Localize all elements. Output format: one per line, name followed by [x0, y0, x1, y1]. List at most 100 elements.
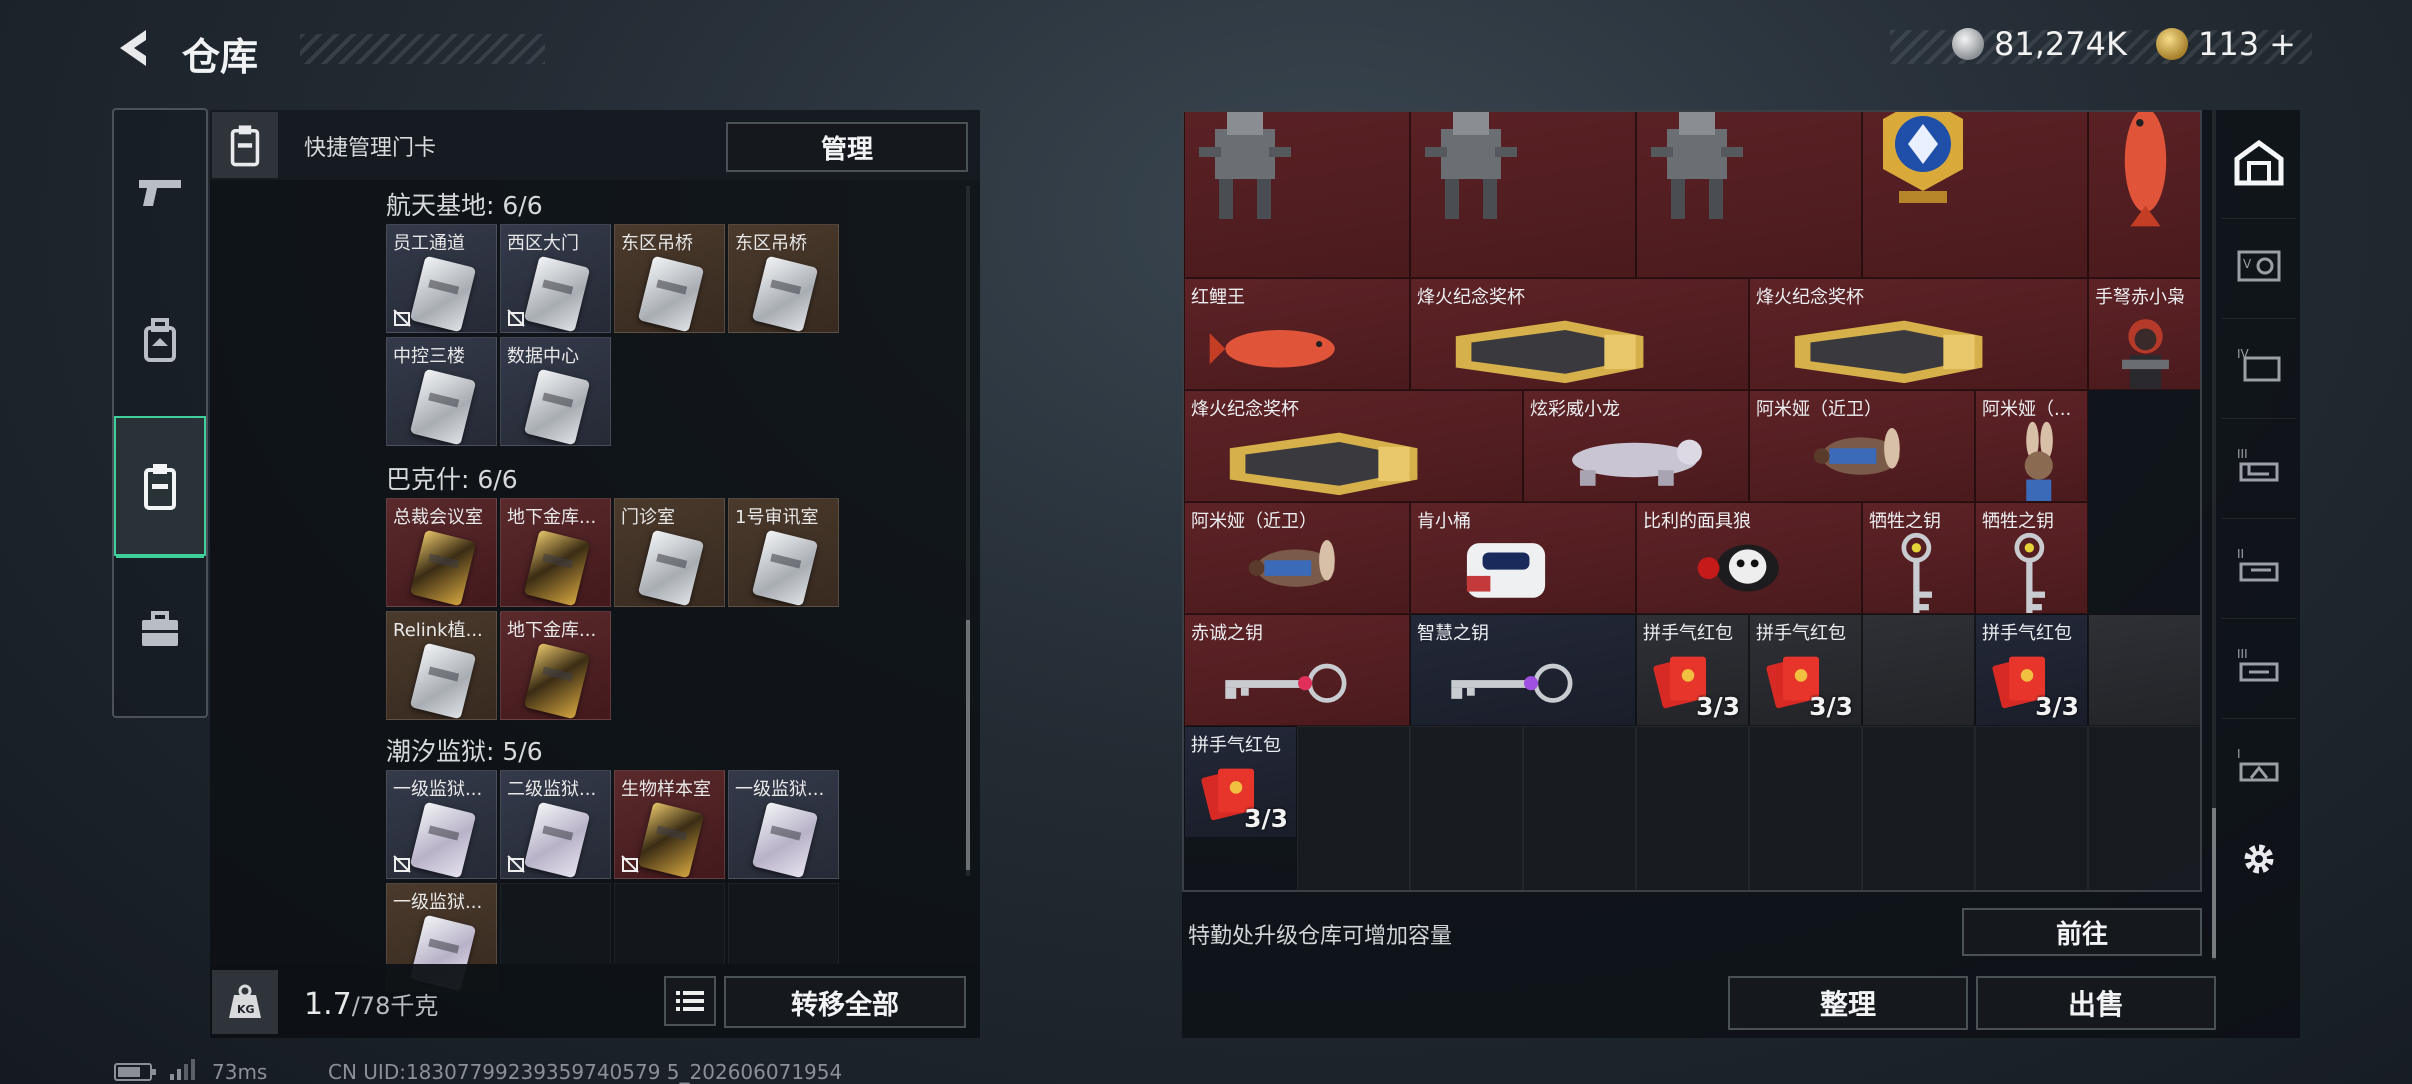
storage-item[interactable]: 红鲤王: [1184, 278, 1410, 390]
fish-item-icon: [1209, 330, 1335, 368]
storage-item[interactable]: 巨兽机甲模型: [1636, 112, 1862, 278]
storage-slot-empty[interactable]: [1636, 726, 1749, 890]
storage-tab-3b-icon: III: [2237, 647, 2279, 682]
amiya-item-icon: [1248, 539, 1335, 587]
mech-item-icon: [1425, 112, 1517, 219]
storage-item[interactable]: 牺牲之钥: [1862, 502, 1975, 614]
storage-tab-2-icon: II: [2237, 547, 2279, 582]
keycard-slot[interactable]: 一级监狱...: [728, 770, 839, 879]
sell-button[interactable]: 出售: [1976, 976, 2216, 1030]
storage-item[interactable]: 拼手气红包 3/3: [1975, 614, 2088, 726]
tab-storage-2[interactable]: II: [2222, 518, 2296, 609]
keycard-slot[interactable]: 地下金库...: [500, 498, 611, 607]
goto-button[interactable]: 前往: [1962, 908, 2202, 956]
keycard-slot[interactable]: 东区吊桥: [614, 224, 725, 333]
storage-item[interactable]: 烽火纪念奖杯: [1184, 390, 1523, 502]
nav-equipment[interactable]: [114, 270, 206, 410]
toy-item-icon: [1466, 543, 1546, 598]
backpack-icon: [144, 318, 176, 362]
storage-slot-empty[interactable]: [1523, 726, 1636, 890]
keycard-art: [523, 368, 591, 445]
keycard-name: Relink植...: [393, 620, 483, 641]
silver-currency: 81,274K: [1952, 22, 2127, 66]
storage-tab-3-icon: III: [2237, 447, 2279, 482]
keycard-slot[interactable]: 员工通道: [386, 224, 497, 333]
keycard-section-title: 航天基地: 6/6: [386, 191, 543, 220]
settings-button[interactable]: [2222, 814, 2296, 904]
storage-slot-empty[interactable]: [1410, 726, 1523, 890]
storage-slot-empty[interactable]: [1297, 726, 1410, 890]
storage-item[interactable]: 拼手气红包 3/3: [1636, 614, 1749, 726]
warehouse-icon: [2234, 139, 2284, 186]
nav-cases[interactable]: [114, 560, 206, 700]
keycard-slot[interactable]: 一级监狱...: [386, 770, 497, 879]
tab-warehouse[interactable]: [2222, 118, 2296, 208]
keycard-slot[interactable]: 1号审讯室: [728, 498, 839, 607]
keycard-header-icon-box: [212, 112, 278, 178]
storage-slot-empty[interactable]: [1749, 726, 1862, 890]
storage-item[interactable]: 阿米娅（...: [1975, 390, 2088, 502]
storage-item[interactable]: 拼手气红包 3/3: [1749, 614, 1862, 726]
keycard-art: [409, 642, 477, 719]
keycard-slot[interactable]: 门诊室: [614, 498, 725, 607]
svg-text:V: V: [2243, 257, 2252, 271]
tab-storage-3b[interactable]: III: [2222, 618, 2296, 709]
keycard-slot[interactable]: 中控三楼: [386, 337, 497, 446]
keycard-name: 中控三楼: [393, 346, 465, 367]
keycard-slot[interactable]: 总裁会议室: [386, 498, 497, 607]
tab-storage-1[interactable]: V: [2222, 218, 2296, 309]
back-arrow-icon[interactable]: [112, 26, 156, 70]
storage-item[interactable]: 烽火纪念奖杯: [1410, 278, 1749, 390]
storage-tab-nav: V IV III II III I: [2222, 118, 2296, 948]
storage-item[interactable]: 阿米娅（近卫）: [1184, 502, 1410, 614]
keycard-slot[interactable]: 西区大门: [500, 224, 611, 333]
storage-slot-empty[interactable]: [1862, 726, 1975, 890]
storage-item[interactable]: 肯小桶: [1410, 502, 1636, 614]
storage-item[interactable]: 暗天党勋章: [1862, 112, 2088, 278]
storage-item[interactable]: 炫彩威小龙: [1523, 390, 1749, 502]
storage-item[interactable]: 比利的面具狼: [1636, 502, 1862, 614]
gold-currency[interactable]: 113 +: [2156, 22, 2296, 66]
storage-item[interactable]: 阿米娅（近卫）: [1749, 390, 1975, 502]
storage-item[interactable]: 巨兽机甲模型: [1410, 112, 1636, 278]
list-icon: [676, 991, 704, 1011]
keycard-scrollbar-thumb[interactable]: [966, 620, 970, 870]
tab-storage-5[interactable]: I: [2222, 718, 2296, 809]
tab-storage-3[interactable]: III: [2222, 418, 2296, 509]
storage-item[interactable]: 巨兽机甲模型: [1184, 112, 1410, 278]
no-transfer-icon: [507, 855, 525, 873]
keycard-slot[interactable]: 数据中心: [500, 337, 611, 446]
transfer-all-button[interactable]: 转移全部: [724, 976, 966, 1028]
keycard-name: 东区吊桥: [735, 233, 807, 254]
storage-item[interactable]: 红鲤王: [2088, 112, 2200, 278]
no-transfer-icon: [393, 309, 411, 327]
tab-storage-4[interactable]: IV: [2222, 318, 2296, 409]
storage-slot-empty[interactable]: [2088, 614, 2200, 726]
storage-item[interactable]: 拼手气红包 3/3: [1184, 726, 1297, 838]
storage-item[interactable]: 牺牲之钥: [1975, 502, 2088, 614]
mech-item-icon: [1651, 112, 1743, 219]
item-stack-count: 3/3: [1244, 804, 1288, 833]
keycard-slot[interactable]: 二级监狱...: [500, 770, 611, 879]
nav-weapons[interactable]: [114, 122, 206, 262]
organize-button[interactable]: 整理: [1728, 976, 1968, 1030]
nav-keycards[interactable]: [114, 416, 206, 558]
keycard-slot[interactable]: 生物样本室: [614, 770, 725, 879]
storage-item[interactable]: 手弩赤小枭: [2088, 278, 2200, 390]
fish-v-item-icon: [2124, 112, 2167, 227]
list-view-button[interactable]: [664, 976, 716, 1026]
add-gold-button[interactable]: +: [2269, 25, 2296, 63]
storage-slot-empty[interactable]: [1975, 726, 2088, 890]
keycard-slot[interactable]: 地下金库...: [500, 611, 611, 720]
keycard-name: 西区大门: [507, 233, 579, 254]
storage-item[interactable]: 智慧之钥: [1410, 614, 1636, 726]
no-transfer-icon: [621, 855, 639, 873]
manage-button[interactable]: 管理: [726, 122, 968, 172]
keycard-slot[interactable]: 东区吊桥: [728, 224, 839, 333]
keycard-slot[interactable]: Relink植...: [386, 611, 497, 720]
storage-scrollbar-thumb[interactable]: [2212, 808, 2216, 958]
storage-slot-empty[interactable]: [2088, 726, 2200, 890]
storage-item[interactable]: 赤诚之钥: [1184, 614, 1410, 726]
storage-slot-empty[interactable]: [1862, 614, 1975, 726]
storage-item[interactable]: 烽火纪念奖杯: [1749, 278, 2088, 390]
